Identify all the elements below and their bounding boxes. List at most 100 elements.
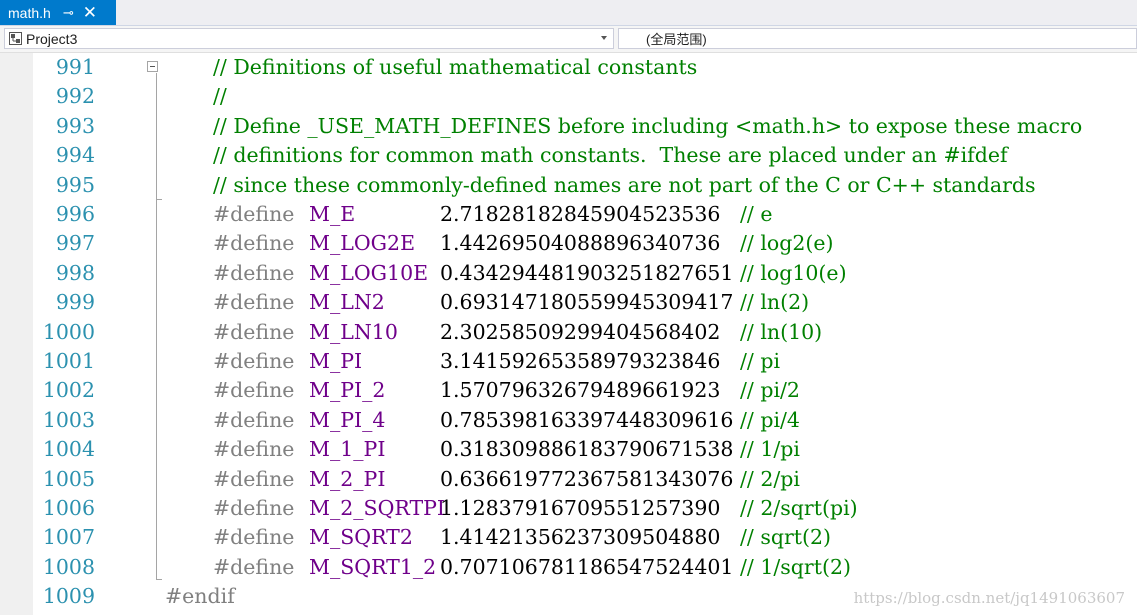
preprocessor-directive: #define xyxy=(213,554,295,579)
macro-name: M_2_SQRTPI xyxy=(309,496,446,520)
comment-text: // sqrt(2) xyxy=(740,525,832,550)
pin-icon[interactable]: ⊸ xyxy=(63,5,74,21)
constant-value: 0.636619772367581343076 xyxy=(440,466,734,491)
macro-name: M_SQRT1_2 xyxy=(309,554,437,579)
code-line[interactable]: 998 #define M_LOG10E 0.43429448190325182765… xyxy=(0,259,1137,288)
line-number: 1000 xyxy=(42,319,95,344)
comment-text: // pi/2 xyxy=(740,378,800,403)
macro-name: M_LN10 xyxy=(309,319,398,344)
line-number: 1007 xyxy=(42,525,95,550)
line-number: 996 xyxy=(55,202,95,226)
comment-text: // pi xyxy=(740,349,781,373)
scope-dropdown[interactable]: (全局范围) xyxy=(618,28,1137,49)
code-line[interactable]: 1003 #define M_PI_4 0.785398163397448309616… xyxy=(0,406,1137,435)
constant-value: 1.12837916709551257390 xyxy=(440,496,721,520)
comment-text: // 1/pi xyxy=(740,437,800,462)
comment-text: // definitions for common math constants… xyxy=(213,143,1008,168)
preprocessor-directive: #define xyxy=(213,290,295,315)
macro-name: M_SQRT2 xyxy=(309,525,413,550)
code-content: // Definitions of useful mathematical co… xyxy=(213,53,697,82)
line-number: 999 xyxy=(55,290,95,315)
code-line[interactable]: 1004 #define M_1_PI 0.318309886183790671538… xyxy=(0,435,1137,464)
comment-text: // Define _USE_MATH_DEFINES before inclu… xyxy=(213,113,1083,138)
macro-name: M_E xyxy=(309,202,356,226)
code-content: // definitions for common math constants… xyxy=(213,141,1008,170)
scope-name: (全局范围) xyxy=(646,32,707,47)
comment-text: // ln(10) xyxy=(740,319,823,344)
preprocessor-directive: #define xyxy=(213,466,295,491)
preprocessor-directive: #define xyxy=(213,349,295,373)
line-number: 992 xyxy=(55,84,95,109)
preprocessor-directive: #define xyxy=(213,525,295,550)
preprocessor-directive: #define xyxy=(213,407,295,432)
preprocessor-directive: #define xyxy=(213,437,295,462)
line-number: 997 xyxy=(55,231,95,256)
code-line[interactable]: 995 // since these commonly-defined names… xyxy=(0,171,1137,200)
preprocessor-directive: #define xyxy=(213,231,295,256)
code-line[interactable]: 993 // Define _USE_MATH_DEFINES before in… xyxy=(0,112,1137,141)
comment-text: // 2/pi xyxy=(740,466,800,491)
line-number: 1002 xyxy=(42,378,95,403)
code-line[interactable]: 999 #define M_LN2 0.693147180559945309417//… xyxy=(0,288,1137,317)
comment-text: // since these commonly-defined names ar… xyxy=(213,172,1036,197)
macro-name: M_1_PI xyxy=(309,437,386,462)
code-editor[interactable]: 991 // Definitions of useful mathematical… xyxy=(0,53,1137,615)
line-number: 993 xyxy=(55,113,95,138)
constant-value: 1.41421356237309504880 xyxy=(440,525,721,550)
constant-value: 1.57079632679489661923 xyxy=(440,378,721,403)
watermark: https://blog.csdn.net/jq1491063607 xyxy=(853,589,1125,607)
code-line[interactable]: 1002 #define M_PI_2 1.57079632679489661923 /… xyxy=(0,376,1137,405)
constant-value: 0.693147180559945309417 xyxy=(440,290,734,315)
macro-name: M_LOG2E xyxy=(309,231,416,256)
comment-text: // log2(e) xyxy=(740,231,834,256)
code-line[interactable]: 991 // Definitions of useful mathematical… xyxy=(0,53,1137,82)
constant-value: 2.71828182845904523536 xyxy=(440,202,721,226)
line-number: 998 xyxy=(55,260,95,285)
comment-text: // 1/sqrt(2) xyxy=(740,554,851,579)
code-line[interactable]: 994 // definitions for common math consta… xyxy=(0,141,1137,170)
line-number: 1001 xyxy=(42,349,95,373)
macro-name: M_PI xyxy=(309,349,363,373)
line-number: 995 xyxy=(55,172,95,197)
code-line[interactable]: 1008 #define M_SQRT1_2 0.707106781186547524… xyxy=(0,553,1137,582)
preprocessor-directive: #define xyxy=(213,496,295,520)
navigation-bar: Project3 (全局范围) xyxy=(0,26,1137,53)
macro-name: M_LOG10E xyxy=(309,260,429,285)
preprocessor-directive: #define xyxy=(213,260,295,285)
comment-text: // log10(e) xyxy=(740,260,847,285)
constant-value: 0.707106781186547524401 xyxy=(440,554,734,579)
line-number: 1009 xyxy=(42,584,95,609)
code-line[interactable]: 1007 #define M_SQRT2 1.41421356237309504880… xyxy=(0,523,1137,552)
code-line[interactable]: 1000 #define M_LN10 2.30258509299404568402 /… xyxy=(0,318,1137,347)
constant-value: 1.44269504088896340736 xyxy=(440,231,721,256)
preprocessor-directive: #define xyxy=(213,378,295,403)
code-line[interactable]: 1005 #define M_2_PI 0.636619772367581343076… xyxy=(0,465,1137,494)
chevron-down-icon[interactable] xyxy=(601,36,607,40)
tab-filename: math.h xyxy=(8,4,51,21)
code-line[interactable]: 1006 #define M_2_SQRTPI 1.12837916709551257… xyxy=(0,494,1137,523)
code-line[interactable]: 992 // xyxy=(0,82,1137,111)
comment-text: // ln(2) xyxy=(740,290,810,315)
code-content: #endif xyxy=(165,582,235,611)
line-number: 1008 xyxy=(42,554,95,579)
close-icon[interactable]: ✕ xyxy=(83,4,97,21)
constant-value: 3.14159265358979323846 xyxy=(440,349,721,373)
line-number: 991 xyxy=(55,55,95,79)
comment-text: // xyxy=(213,84,227,109)
code-content: // since these commonly-defined names ar… xyxy=(213,171,1036,200)
document-tab-math-h[interactable]: math.h ⊸ ✕ xyxy=(0,0,116,25)
comment-text: // Definitions of useful mathematical co… xyxy=(213,55,698,79)
comment-text: // e xyxy=(740,202,773,226)
code-line[interactable]: 997 #define M_LOG2E 1.44269504088896340736 /… xyxy=(0,229,1137,258)
project-dropdown[interactable]: Project3 xyxy=(4,28,614,49)
line-number: 1004 xyxy=(42,437,95,462)
code-content: // xyxy=(213,82,227,111)
comment-text: // 2/sqrt(pi) xyxy=(740,496,858,520)
code-line[interactable]: 1001 #define M_PI 3.14159265358979323846 // … xyxy=(0,347,1137,376)
code-content: // Define _USE_MATH_DEFINES before inclu… xyxy=(213,112,1082,141)
constant-value: 0.785398163397448309616 xyxy=(440,407,734,432)
comment-text: // pi/4 xyxy=(740,407,800,432)
code-line[interactable]: 996 #define M_E 2.71828182845904523536 // e xyxy=(0,200,1137,229)
project-icon xyxy=(9,32,22,45)
line-number: 1003 xyxy=(42,407,95,432)
